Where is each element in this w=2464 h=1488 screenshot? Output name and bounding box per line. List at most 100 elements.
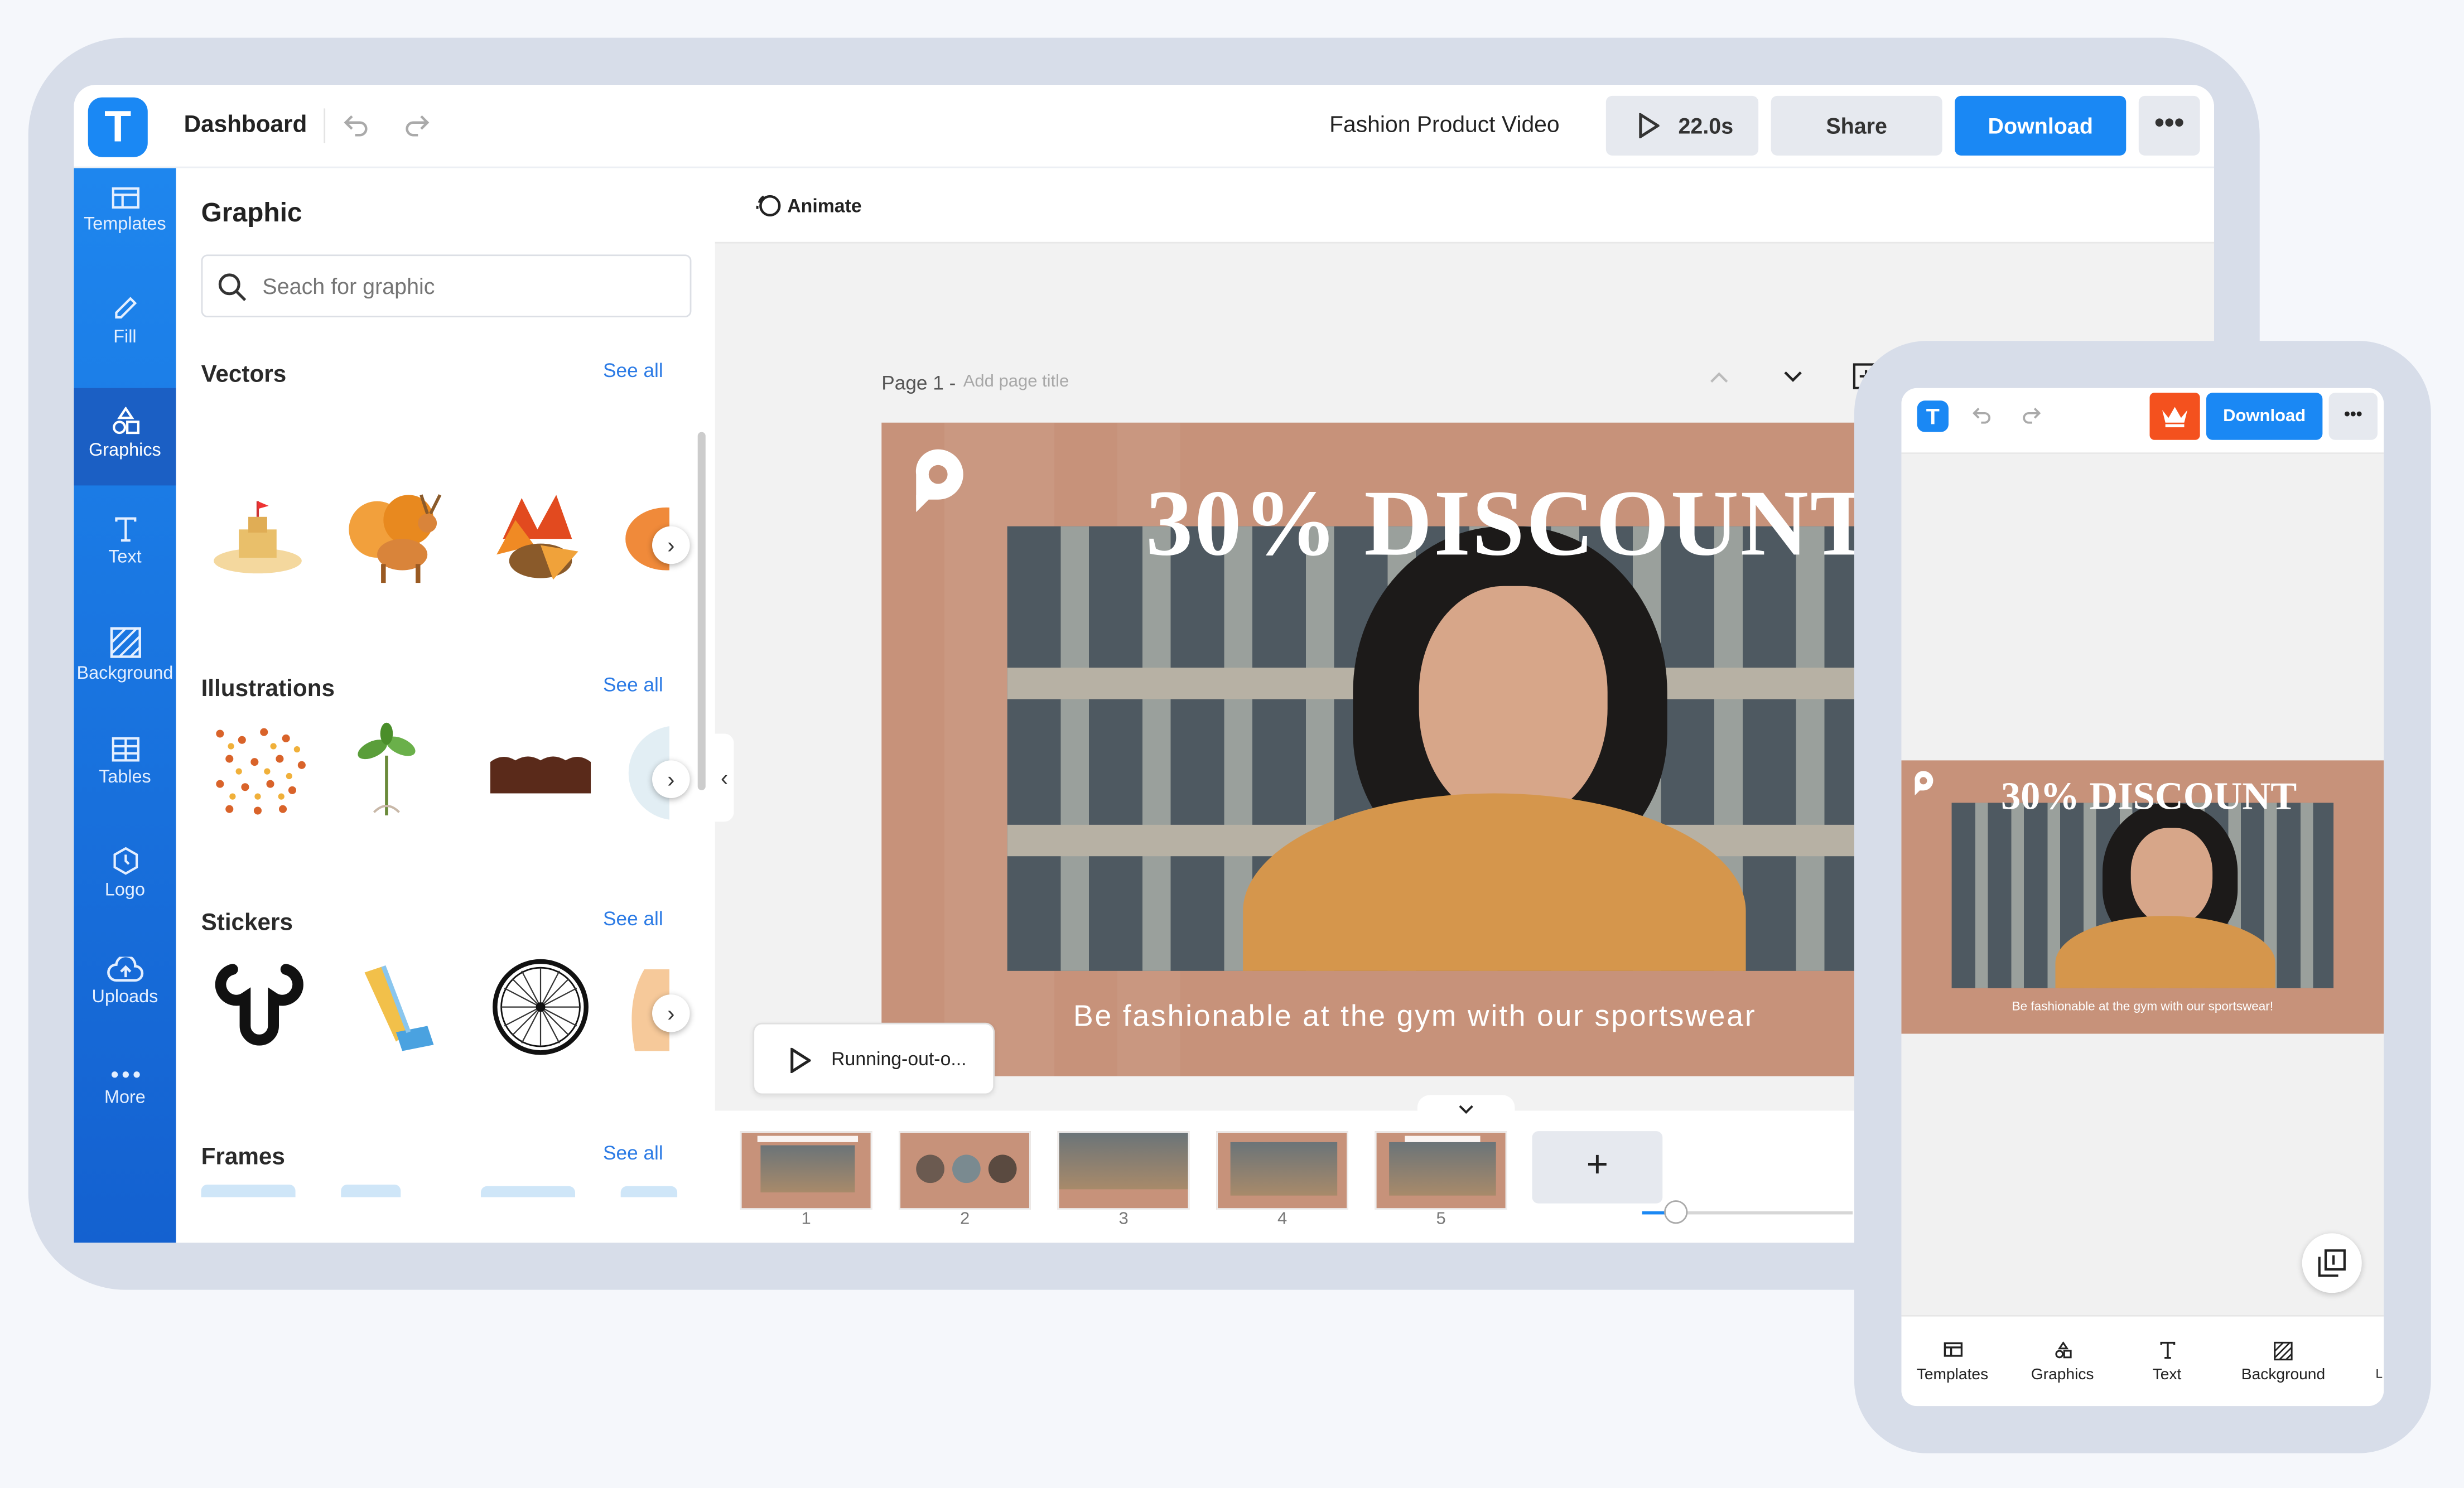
section-title-frames: Frames — [201, 1143, 285, 1171]
page-thumbnail[interactable] — [899, 1131, 1031, 1210]
sidebar-item-label: Logo — [104, 881, 145, 901]
illustrations-row — [198, 718, 669, 828]
page-thumbnail[interactable] — [1216, 1131, 1348, 1210]
page-thumbnail[interactable] — [740, 1131, 872, 1210]
search-icon — [218, 273, 247, 301]
page-number: 1 — [801, 1210, 811, 1229]
sidebar-item-more[interactable]: More — [74, 1048, 176, 1146]
page-title-input[interactable]: Add page title — [963, 373, 1069, 392]
sandcastle-graphic[interactable] — [210, 498, 305, 577]
panel-scrollbar[interactable] — [697, 432, 706, 790]
soil-graphic[interactable] — [490, 752, 591, 794]
model-face — [2130, 828, 2213, 926]
sidebar-item-logo[interactable]: Logo — [74, 828, 176, 926]
background-icon — [109, 627, 141, 658]
more-options-button[interactable]: ••• — [2138, 95, 2200, 156]
graphic-panel: Graphic Vectors See all › Illustrations … — [176, 168, 715, 1243]
brand-pin-icon[interactable] — [910, 448, 966, 514]
project-title[interactable]: Fashion Product Video — [1329, 113, 1559, 138]
bicycle-wheel-sticker[interactable] — [490, 956, 591, 1057]
deer-autumn-graphic[interactable] — [346, 485, 453, 589]
chevron-right-icon[interactable]: › — [652, 994, 690, 1032]
pages-icon — [2318, 1249, 2346, 1277]
dashboard-link[interactable]: Dashboard — [184, 112, 307, 138]
undo-icon[interactable] — [1970, 404, 1994, 427]
page-number: 3 — [1118, 1210, 1129, 1229]
zoom-slider-handle[interactable] — [1664, 1200, 1688, 1224]
mobile-nav-templates[interactable]: Templates — [1910, 1342, 1996, 1384]
undo-icon[interactable] — [341, 110, 372, 141]
sidebar-item-background[interactable]: Background — [74, 608, 176, 706]
frame-item[interactable] — [201, 1184, 296, 1197]
app-logo[interactable]: T — [88, 97, 148, 157]
section-title-stickers: Stickers — [201, 909, 293, 936]
premium-crown-button[interactable] — [2149, 393, 2200, 440]
mobile-nav-label: Background — [2241, 1366, 2326, 1384]
mobile-canvas[interactable]: 30% DISCOUNT Be fashionable at the gym w… — [1901, 760, 2384, 1034]
chevron-up-icon[interactable] — [1708, 369, 1730, 385]
mobile-model-photo[interactable] — [1951, 803, 2334, 988]
sidebar-item-graphics[interactable]: Graphics — [74, 388, 176, 486]
see-all-illustrations[interactable]: See all — [603, 674, 663, 695]
see-all-frames[interactable]: See all — [603, 1142, 663, 1164]
frame-item[interactable] — [620, 1186, 678, 1197]
mobile-nav-graphics[interactable]: Graphics — [2019, 1341, 2106, 1384]
mobile-tagline[interactable]: Be fashionable at the gym with our sport… — [1901, 999, 2384, 1013]
divider — [324, 108, 326, 143]
pages-button[interactable] — [2302, 1233, 2362, 1293]
search-box[interactable] — [201, 254, 692, 318]
leaf-pattern-graphic[interactable] — [210, 724, 308, 819]
play-preview-button[interactable]: 22.0s — [1605, 95, 1759, 156]
mobile-bottom-nav: Templates Graphics Text Background L — [1901, 1315, 2384, 1407]
brand-pin-icon[interactable] — [1912, 770, 1934, 796]
redo-icon[interactable] — [401, 110, 432, 141]
templates-icon — [1943, 1342, 1962, 1357]
mobile-more-button[interactable]: ••• — [2328, 393, 2378, 440]
hedgehog-leaves-graphic[interactable] — [487, 492, 587, 586]
page-thumbnail[interactable] — [1375, 1131, 1507, 1210]
sidebar-item-text[interactable]: Text — [74, 498, 176, 596]
timeline-toggle[interactable] — [1417, 1095, 1515, 1117]
text-icon — [2159, 1341, 2174, 1359]
chevron-right-icon[interactable]: › — [652, 526, 690, 564]
loop-shape-sticker[interactable] — [210, 956, 308, 1057]
add-page-button[interactable]: + — [1532, 1131, 1663, 1204]
model-photo[interactable] — [1007, 526, 1888, 971]
section-title-illustrations: Illustrations — [201, 675, 335, 703]
mobile-device-frame: T Download ••• 30% DISCOUNT Be fashionab… — [1854, 341, 2431, 1453]
mobile-nav-partial[interactable]: L — [2374, 1367, 2384, 1381]
section-title-vectors: Vectors — [201, 361, 287, 388]
mobile-nav-background[interactable]: Background — [2231, 1341, 2335, 1384]
plant-sprout-graphic[interactable] — [355, 721, 418, 822]
frame-item[interactable] — [341, 1184, 401, 1197]
frame-item[interactable] — [480, 1186, 575, 1197]
sidebar-item-label: Text — [108, 548, 142, 567]
mobile-download-button[interactable]: Download — [2206, 393, 2323, 440]
audio-track[interactable]: Running-out-o... — [753, 1022, 995, 1095]
sidebar-item-fill[interactable]: Fill — [74, 278, 176, 376]
table-icon — [111, 737, 139, 762]
sidebar-item-uploads[interactable]: Uploads — [74, 938, 176, 1036]
mobile-app-logo[interactable]: T — [1917, 400, 1949, 432]
sidebar-item-templates[interactable]: Templates — [74, 168, 176, 265]
download-button[interactable]: Download — [1955, 95, 2127, 156]
collapse-panel-handle[interactable]: ‹ — [715, 733, 734, 822]
more-dots-icon — [110, 1071, 139, 1078]
search-input[interactable] — [262, 270, 671, 302]
pencil-icon — [114, 297, 136, 319]
see-all-stickers[interactable]: See all — [603, 908, 663, 930]
sidebar-item-tables[interactable]: Tables — [74, 718, 176, 815]
shapes-icon — [112, 407, 139, 434]
mobile-headline[interactable]: 30% DISCOUNT — [1980, 776, 2318, 820]
share-button[interactable]: Share — [1771, 95, 1942, 156]
see-all-vectors[interactable]: See all — [603, 360, 663, 381]
canvas-headline[interactable]: 30% DISCOUNT — [1133, 470, 1887, 578]
sidebar: Templates Fill Graphics Text Background … — [74, 168, 176, 1243]
chevron-down-icon[interactable] — [1782, 369, 1804, 385]
redo-icon[interactable] — [2019, 404, 2043, 427]
page-number: 2 — [959, 1210, 970, 1229]
hand-shape-sticker[interactable] — [355, 960, 443, 1057]
page-thumbnail[interactable] — [1057, 1131, 1190, 1210]
mobile-nav-text[interactable]: Text — [2129, 1341, 2205, 1384]
chevron-right-icon[interactable]: › — [652, 760, 690, 798]
